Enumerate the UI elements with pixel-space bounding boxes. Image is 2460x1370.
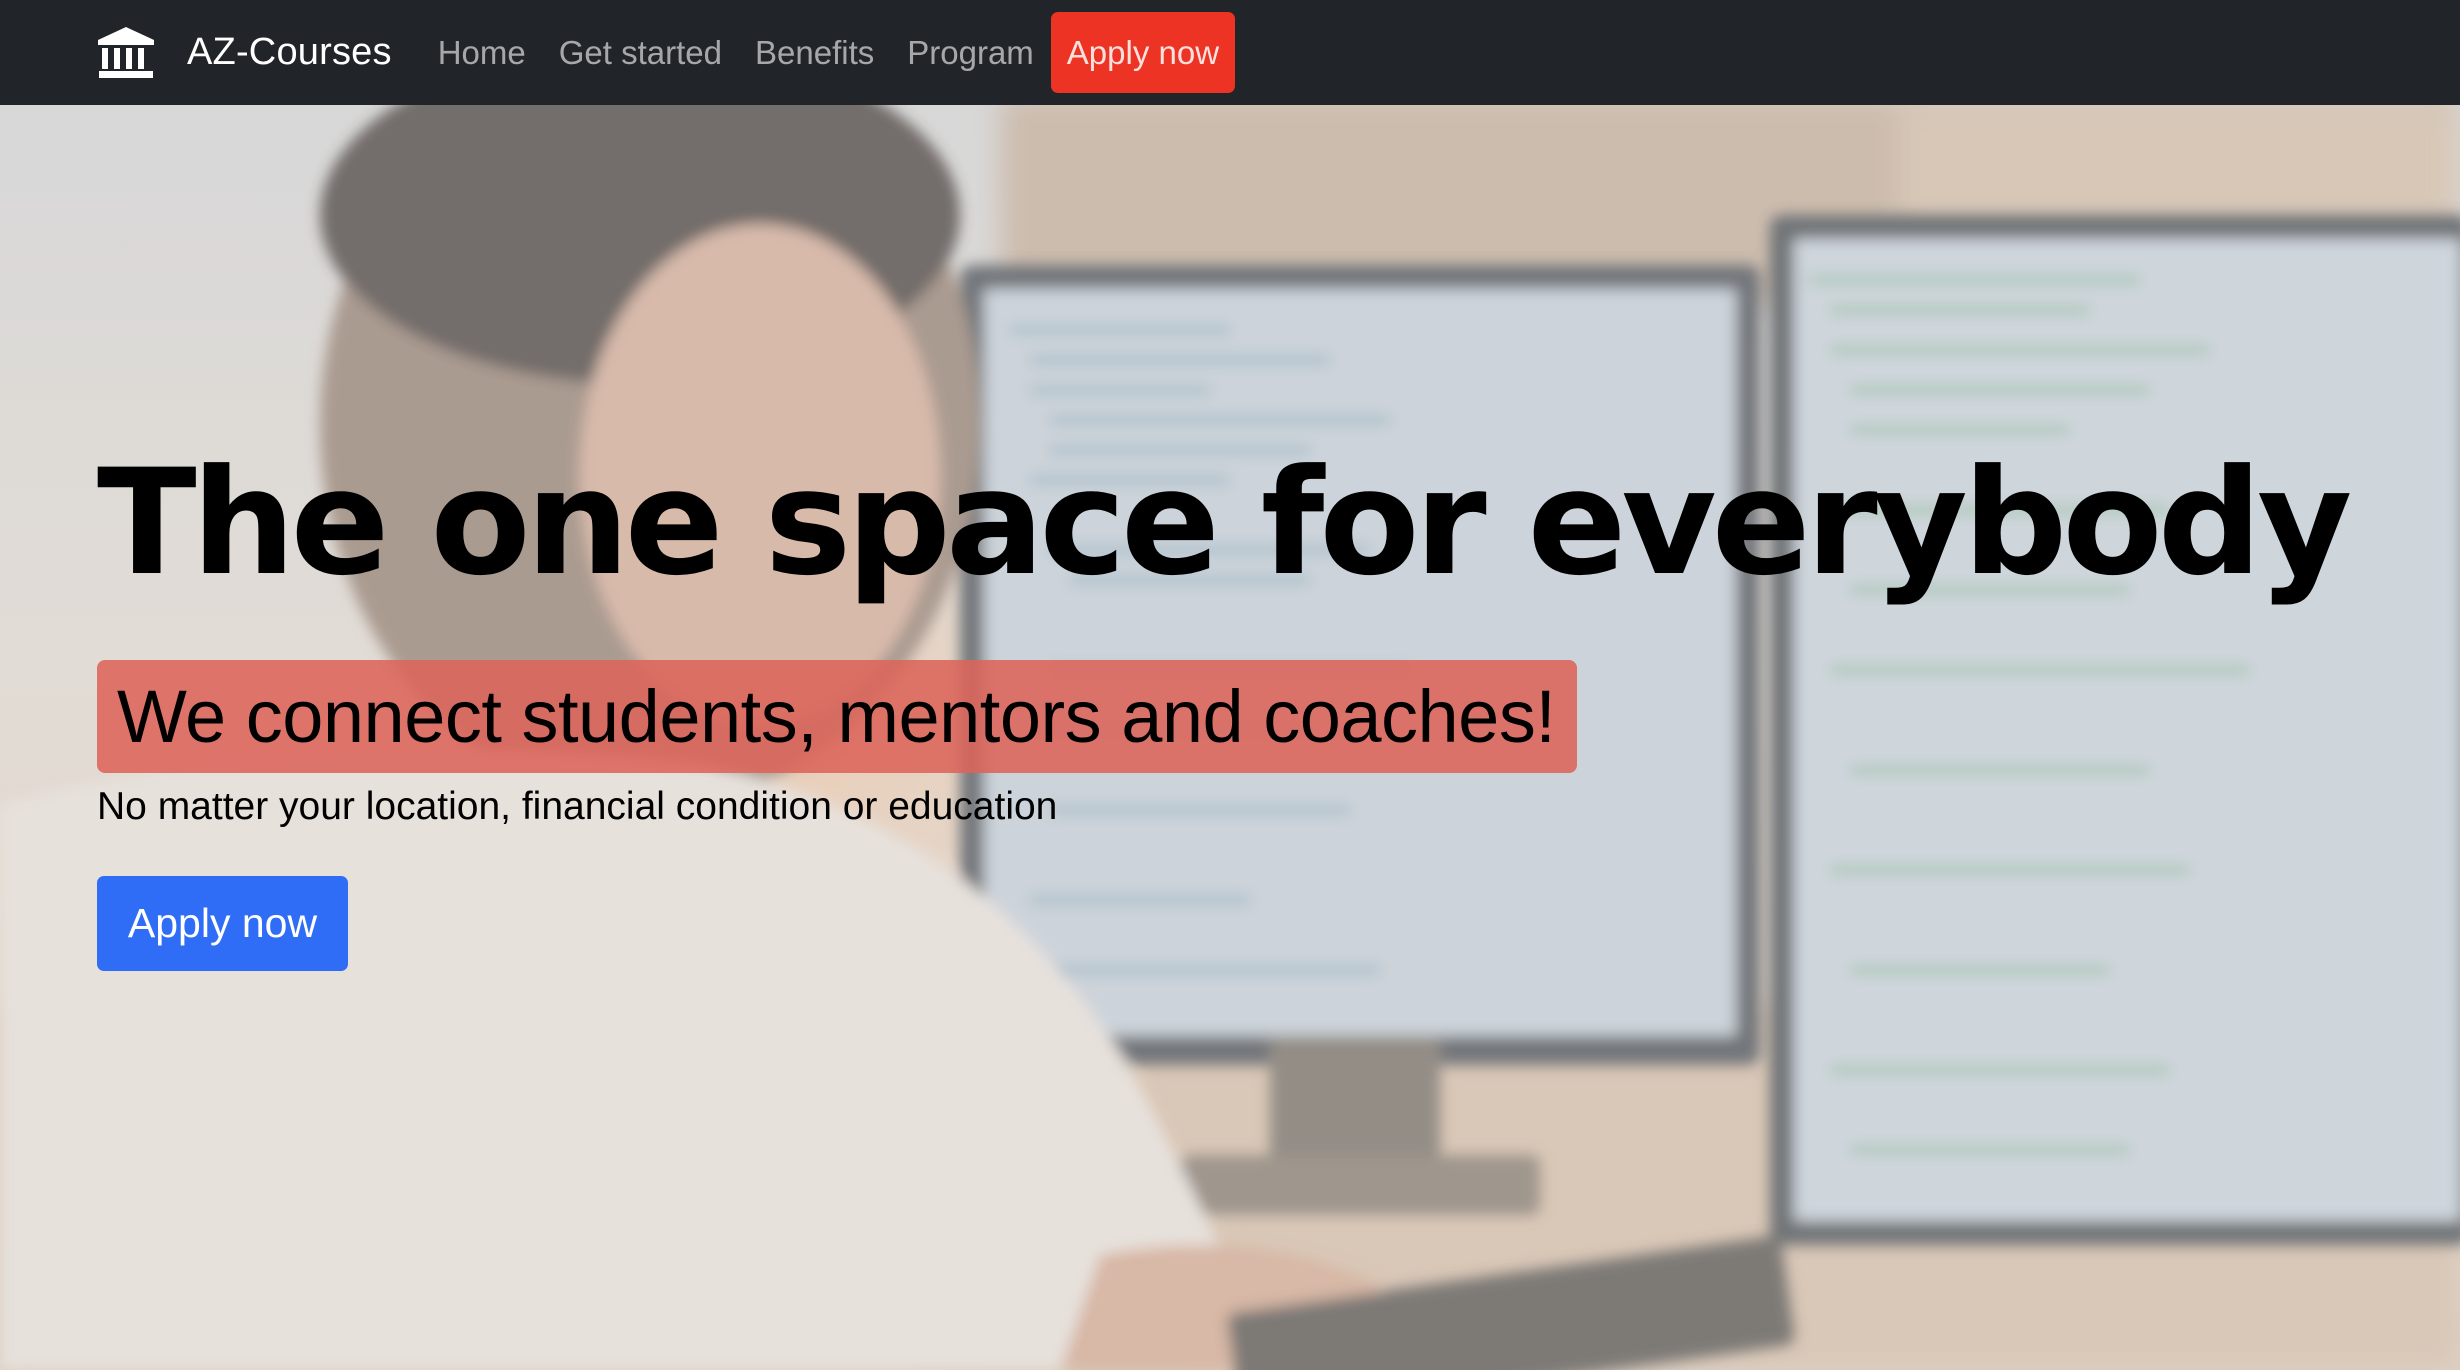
- nav-link-get-started[interactable]: Get started: [559, 34, 722, 72]
- brand-name: AZ-Courses: [187, 31, 392, 73]
- nav-link-benefits[interactable]: Benefits: [755, 34, 874, 72]
- bank-icon: [98, 26, 154, 78]
- navbar: AZ-Courses Home Get started Benefits Pro…: [0, 0, 2460, 105]
- nav-apply-button[interactable]: Apply now: [1050, 12, 1236, 93]
- hero-headline: The one space for everybody: [97, 438, 2352, 608]
- hero-section: The one space for everybody We connect s…: [0, 105, 2460, 1370]
- nav-link-home[interactable]: Home: [438, 34, 526, 72]
- hero-apply-button[interactable]: Apply now: [97, 876, 348, 971]
- hero-tagline: We connect students, mentors and coaches…: [97, 660, 1578, 773]
- hero-subline: No matter your location, financial condi…: [97, 785, 1058, 828]
- nav-link-program[interactable]: Program: [907, 34, 1034, 72]
- brand[interactable]: AZ-Courses: [97, 26, 392, 79]
